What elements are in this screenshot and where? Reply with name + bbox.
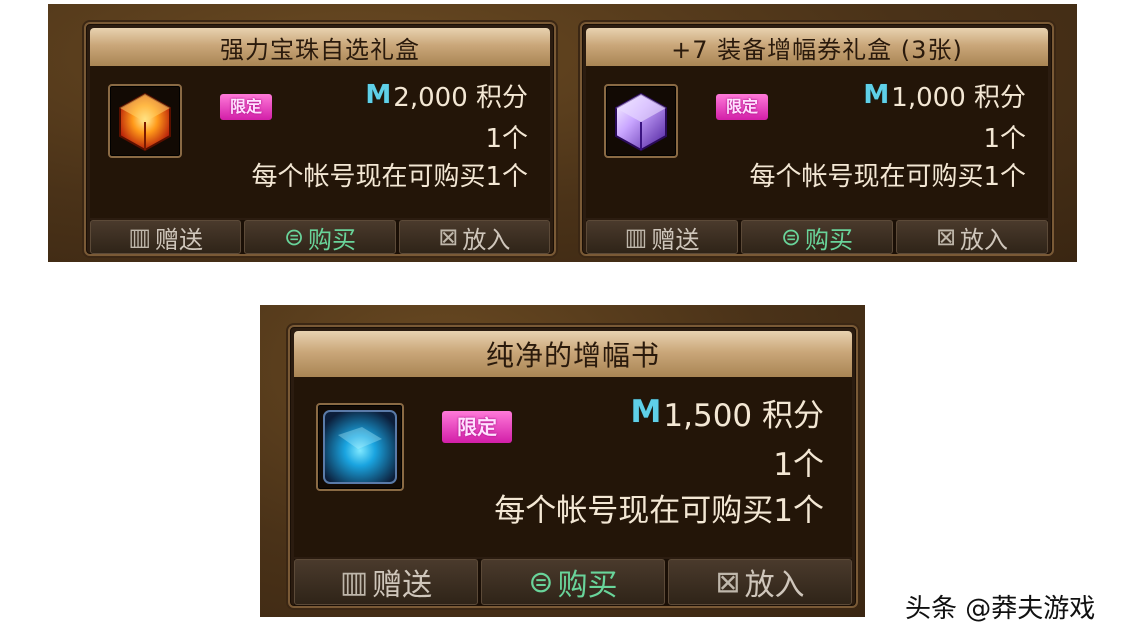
buy-button[interactable]: ⊜ 购买 <box>244 220 396 254</box>
quantity-text: 1个 <box>983 124 1026 154</box>
purple-cube-box-icon[interactable] <box>604 84 678 158</box>
buy-label: 购买 <box>805 225 854 254</box>
shop-item-card: +7 装备增幅券礼盒 (3张) 限定 M 1,000 积分 1个 每个帐号现在可… <box>580 22 1054 256</box>
item-title: 强力宝珠自选礼盒 <box>90 28 550 66</box>
add-to-cart-button[interactable]: ⊠ 放入 <box>668 559 852 605</box>
item-details: 限定 M 1,000 积分 1个 每个帐号现在可购买1个 <box>586 66 1048 218</box>
limited-badge: 限定 <box>716 94 768 120</box>
gift-label: 赠送 <box>155 225 203 254</box>
action-buttons: ▥ 赠送 ⊜ 购买 ⊠ 放入 <box>90 220 550 254</box>
item-details: 限定 M 1,500 积分 1个 每个帐号现在可购买1个 <box>294 377 852 557</box>
blue-book-icon[interactable] <box>316 403 404 491</box>
price-row: M 1,500 积分 <box>630 391 824 434</box>
gift-button[interactable]: ▥ 赠送 <box>294 559 478 605</box>
gift-button[interactable]: ▥ 赠送 <box>586 220 738 254</box>
cart-icon: ⊠ <box>715 564 741 600</box>
coin-icon: ⊜ <box>780 223 802 251</box>
m-currency-icon: M <box>863 80 890 110</box>
add-to-cart-button[interactable]: ⊠ 放入 <box>896 220 1048 254</box>
item-title: 纯净的增幅书 <box>294 331 852 377</box>
item-title: +7 装备增幅券礼盒 (3张) <box>586 28 1048 66</box>
orange-gem-box-icon[interactable] <box>108 84 182 158</box>
cart-label: 放入 <box>462 225 511 254</box>
cart-label: 放入 <box>744 568 805 603</box>
gift-icon: ▥ <box>339 564 369 600</box>
shop-item-card: 纯净的增幅书 限定 M 1,500 积分 1个 每个帐号现在可购买1个 ▥ 赠送… <box>288 325 858 608</box>
buy-label: 购买 <box>557 568 618 603</box>
quantity-text: 1个 <box>485 124 528 154</box>
item-details: 限定 M 2,000 积分 1个 每个帐号现在可购买1个 <box>90 66 550 218</box>
buy-button[interactable]: ⊜ 购买 <box>741 220 893 254</box>
m-currency-icon: M <box>630 394 662 430</box>
gift-icon: ▥ <box>624 223 648 251</box>
purchase-limit-text: 每个帐号现在可购买1个 <box>494 493 824 529</box>
action-buttons: ▥ 赠送 ⊜ 购买 ⊠ 放入 <box>586 220 1048 254</box>
price-row: M 2,000 积分 <box>365 78 528 113</box>
m-currency-icon: M <box>365 80 392 110</box>
buy-label: 购买 <box>308 225 357 254</box>
limited-badge: 限定 <box>220 94 272 120</box>
gift-label: 赠送 <box>372 568 433 603</box>
coin-icon: ⊜ <box>528 564 554 600</box>
quantity-text: 1个 <box>773 447 824 483</box>
source-watermark: 头条 @莽夫游戏 <box>905 594 1096 624</box>
gift-button[interactable]: ▥ 赠送 <box>90 220 242 254</box>
price-row: M 1,000 积分 <box>863 78 1026 113</box>
shop-item-card: 强力宝珠自选礼盒 限定 M 2,000 积分 1个 每个帐号现在可购买1个 ▥ … <box>84 22 556 256</box>
cart-icon: ⊠ <box>935 223 957 251</box>
gift-label: 赠送 <box>651 225 700 254</box>
coin-icon: ⊜ <box>283 223 305 251</box>
price-text: 1,500 积分 <box>663 397 824 434</box>
gift-icon: ▥ <box>128 223 151 251</box>
purchase-limit-text: 每个帐号现在可购买1个 <box>251 162 528 192</box>
action-buttons: ▥ 赠送 ⊜ 购买 ⊠ 放入 <box>294 559 852 605</box>
limited-badge: 限定 <box>442 411 512 443</box>
cart-icon: ⊠ <box>438 223 459 251</box>
purchase-limit-text: 每个帐号现在可购买1个 <box>749 162 1026 192</box>
add-to-cart-button[interactable]: ⊠ 放入 <box>398 220 550 254</box>
buy-button[interactable]: ⊜ 购买 <box>481 559 665 605</box>
cart-label: 放入 <box>960 225 1009 254</box>
price-text: 2,000 积分 <box>393 82 528 113</box>
price-text: 1,000 积分 <box>891 82 1026 113</box>
